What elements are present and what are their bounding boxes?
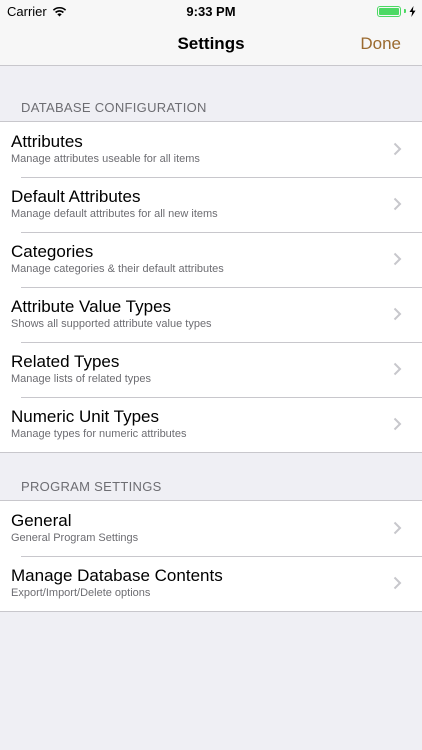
row-related-types[interactable]: Related Types Manage lists of related ty…	[0, 342, 422, 397]
program-settings-group: General General Program Settings Manage …	[0, 500, 422, 612]
chevron-right-icon	[393, 417, 402, 431]
status-right	[377, 5, 416, 17]
row-title: Categories	[11, 242, 94, 261]
row-title: Default Attributes	[11, 187, 141, 206]
row-attribute-value-types[interactable]: Attribute Value Types Shows all supporte…	[0, 287, 422, 342]
section-header-database-configuration: DATABASE CONFIGURATION	[21, 100, 207, 115]
carrier-label: Carrier	[7, 3, 47, 19]
row-manage-database-contents[interactable]: Manage Database Contents Export/Import/D…	[0, 556, 422, 611]
row-subtitle: Manage categories & their default attrib…	[11, 263, 224, 275]
row-subtitle: Manage attributes useable for all items	[11, 153, 200, 165]
battery-icon	[377, 5, 401, 17]
row-attributes[interactable]: Attributes Manage attributes useable for…	[0, 122, 422, 177]
row-subtitle: Manage lists of related types	[11, 373, 152, 385]
chevron-right-icon	[393, 307, 402, 321]
status-left: Carrier	[7, 4, 67, 19]
row-title: Related Types	[11, 352, 120, 371]
row-title: Attribute Value Types	[11, 297, 172, 316]
row-title: General	[11, 511, 72, 530]
chevron-right-icon	[393, 362, 402, 376]
chevron-right-icon	[393, 521, 402, 535]
page-title: Settings	[177, 34, 245, 53]
row-default-attributes[interactable]: Default Attributes Manage default attrib…	[0, 177, 422, 232]
chevron-right-icon	[393, 142, 402, 156]
status-bar: Carrier 9:33 PM	[0, 0, 422, 22]
wifi-icon	[52, 6, 66, 16]
row-subtitle: Manage default attributes for all new it…	[11, 208, 218, 220]
row-subtitle: General Program Settings	[11, 532, 139, 544]
row-title: Attributes	[11, 132, 83, 151]
done-button[interactable]: Done	[360, 22, 401, 66]
row-title: Manage Database Contents	[11, 566, 223, 585]
charging-bolt-icon	[409, 5, 416, 17]
chevron-right-icon	[393, 252, 402, 266]
navigation-bar: Settings Done	[0, 22, 422, 66]
section-header-program-settings: PROGRAM SETTINGS	[21, 479, 162, 494]
database-configuration-group: Attributes Manage attributes useable for…	[0, 121, 422, 453]
row-subtitle: Manage types for numeric attributes	[11, 428, 187, 440]
row-numeric-unit-types[interactable]: Numeric Unit Types Manage types for nume…	[0, 397, 422, 452]
row-title: Numeric Unit Types	[11, 407, 160, 426]
chevron-right-icon	[393, 197, 402, 211]
battery-cap	[404, 9, 406, 13]
row-subtitle: Shows all supported attribute value type…	[11, 318, 212, 330]
chevron-right-icon	[393, 576, 402, 590]
row-categories[interactable]: Categories Manage categories & their def…	[0, 232, 422, 287]
row-general[interactable]: General General Program Settings	[0, 501, 422, 556]
row-subtitle: Export/Import/Delete options	[11, 587, 151, 599]
